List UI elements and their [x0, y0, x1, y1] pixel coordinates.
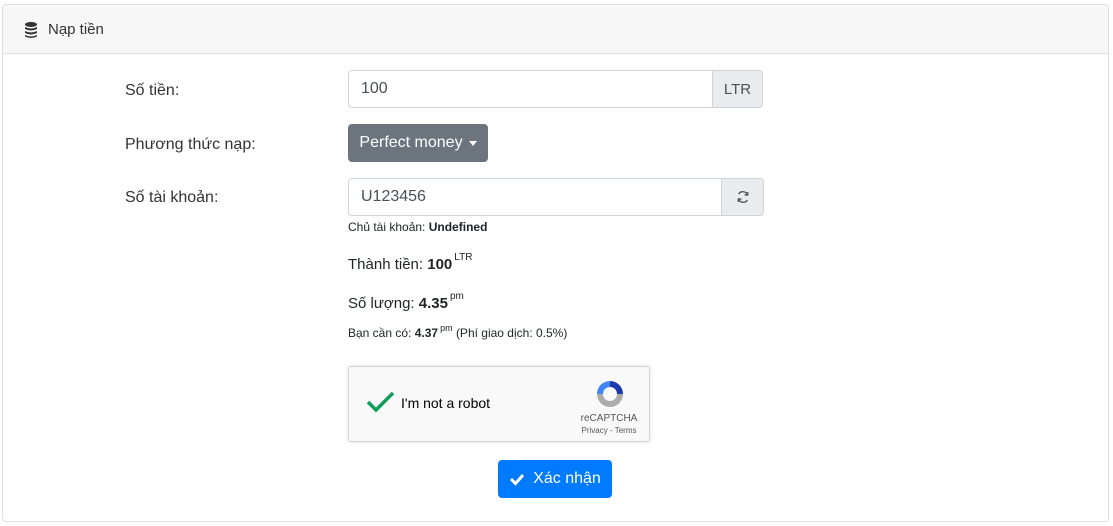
- method-label: Phương thức nạp:: [125, 136, 256, 153]
- need-label: Bạn cần có:: [348, 326, 412, 340]
- refresh-button[interactable]: [722, 178, 764, 216]
- account-owner-label: Chủ tài khoản:: [348, 220, 426, 234]
- account-owner: Chủ tài khoản: Undefined: [348, 220, 487, 234]
- amount-input-group: LTR: [348, 70, 763, 108]
- recaptcha-label: I'm not a robot: [401, 395, 491, 411]
- caret-down-icon: [468, 140, 477, 146]
- recaptcha-brand: reCAPTCHA: [580, 413, 638, 424]
- submit-label: Xác nhận: [533, 470, 601, 487]
- account-owner-value: Undefined: [428, 220, 488, 234]
- recaptcha-links: Privacy - Terms: [569, 426, 649, 435]
- refresh-icon: [737, 191, 748, 203]
- need-line: Bạn cần có: 4.37 pm (Phí giao dịch: 0.5%): [348, 323, 568, 340]
- quantity-value: 4.35: [418, 295, 448, 312]
- amount-input[interactable]: [348, 70, 713, 108]
- page-title: Nạp tiền: [48, 21, 104, 38]
- recaptcha-logo-icon: [593, 377, 627, 411]
- quantity-line: Số lượng: 4.35 pm: [348, 291, 464, 312]
- check-icon: [510, 474, 525, 486]
- payment-method-value: Perfect money: [359, 134, 463, 151]
- quantity-unit: pm: [449, 291, 464, 302]
- total-unit: LTR: [454, 252, 473, 263]
- account-input-group: [348, 178, 764, 216]
- fee-note: (Phí giao dịch: 0.5%): [455, 326, 568, 340]
- need-unit: pm: [440, 323, 453, 333]
- coins-icon: [23, 21, 39, 39]
- privacy-link[interactable]: Privacy: [582, 426, 608, 435]
- total-value: 100: [427, 256, 453, 273]
- amount-label: Số tiền:: [125, 82, 180, 99]
- quantity-label: Số lượng:: [348, 295, 415, 312]
- card-header: Nạp tiền: [3, 5, 1108, 54]
- amount-unit: LTR: [713, 70, 763, 108]
- recaptcha-widget: I'm not a robot reCAPTCHA Privacy - Term…: [348, 366, 650, 442]
- terms-link[interactable]: Terms: [615, 426, 637, 435]
- links-separator: -: [607, 426, 615, 435]
- total-label: Thành tiền:: [348, 256, 424, 273]
- recaptcha-checkbox[interactable]: [365, 390, 397, 414]
- total-line: Thành tiền: 100 LTR: [348, 252, 472, 273]
- check-mark-icon: [366, 391, 395, 413]
- submit-button[interactable]: Xác nhận: [498, 460, 612, 498]
- payment-method-dropdown[interactable]: Perfect money: [348, 124, 488, 162]
- account-input[interactable]: [348, 178, 722, 216]
- account-label: Số tài khoản:: [125, 189, 219, 206]
- need-value: 4.37: [414, 326, 439, 340]
